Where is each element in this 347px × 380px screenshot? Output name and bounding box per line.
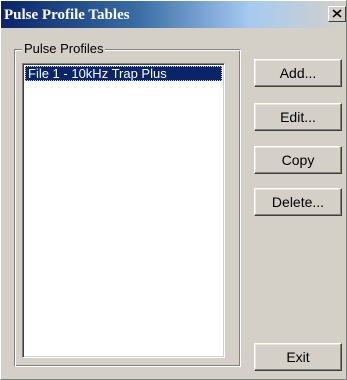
edit-button[interactable]: Edit... (254, 103, 342, 131)
delete-button[interactable]: Delete... (254, 188, 342, 216)
pulse-profile-tables-dialog: Pulse Profile Tables Pulse Profiles File… (0, 0, 347, 380)
pulse-profiles-group-label: Pulse Profiles (22, 41, 106, 56)
window-title: Pulse Profile Tables (4, 7, 130, 23)
copy-button[interactable]: Copy (254, 146, 342, 174)
exit-button[interactable]: Exit (254, 343, 342, 371)
list-item[interactable]: File 1 - 10kHz Trap Plus (25, 66, 222, 81)
close-icon (332, 9, 342, 18)
title-bar[interactable]: Pulse Profile Tables (1, 1, 346, 28)
close-button[interactable] (328, 6, 346, 22)
pulse-profiles-list[interactable]: File 1 - 10kHz Trap Plus (22, 63, 225, 358)
add-button[interactable]: Add... (254, 59, 342, 87)
